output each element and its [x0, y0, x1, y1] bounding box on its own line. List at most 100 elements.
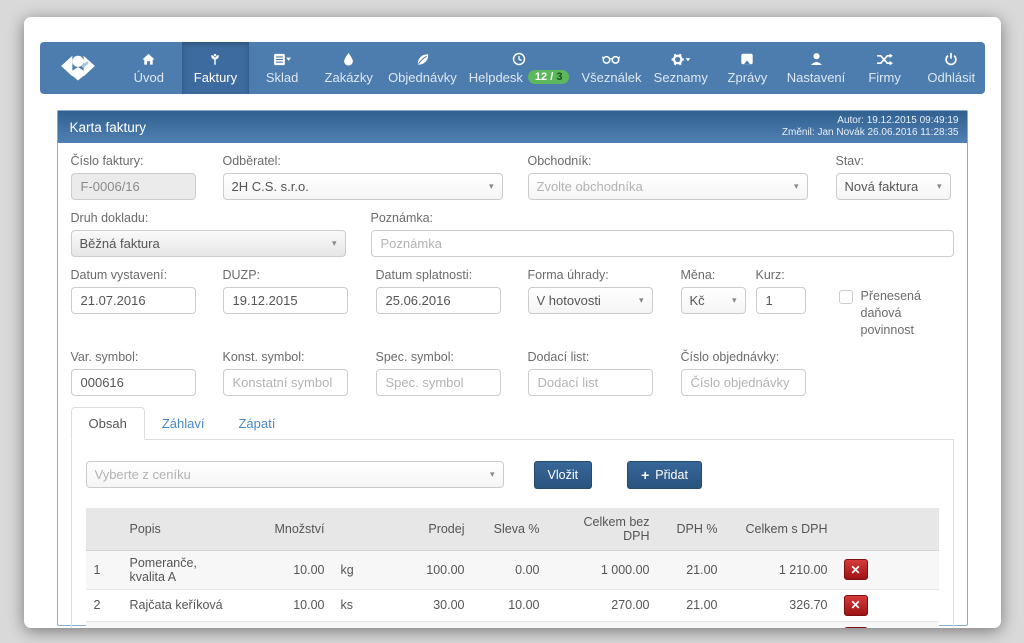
currency-field: Měna: Kč▾: [681, 268, 746, 339]
payment-method-select[interactable]: V hotovosti▾: [528, 287, 653, 314]
customer-label: Odběratel:: [223, 154, 503, 168]
order-number-label: Číslo objednávky:: [681, 350, 806, 364]
invoice-number-input: [71, 173, 196, 200]
nav-item-seznamy[interactable]: Seznamy: [647, 42, 714, 94]
nav-item-sklad[interactable]: Sklad: [249, 42, 316, 94]
payment-method-label: Forma úhrady:: [528, 268, 653, 282]
tab-obsah[interactable]: Obsah: [71, 407, 145, 440]
const-symbol-label: Konst. symbol:: [223, 350, 348, 364]
duzp-input[interactable]: [223, 287, 348, 314]
chevron-down-icon: ▾: [794, 181, 799, 192]
due-date-label: Datum splatnosti:: [376, 268, 501, 282]
salesman-select[interactable]: Zvolte obchodníka▾: [528, 173, 808, 200]
table-row: 3 Okurka hadovka 100.00 ks 58.72 0.00 5 …: [86, 621, 939, 628]
invoice-number-label: Číslo faktury:: [71, 154, 196, 168]
pricelist-row: Vyberte z ceníku▾ Vložit + Přidat: [86, 461, 939, 489]
exchange-rate-field: Kurz:: [756, 268, 806, 339]
currency-select[interactable]: Kč▾: [681, 287, 746, 314]
app-logo[interactable]: [40, 42, 116, 94]
delivery-note-label: Dodací list:: [528, 350, 653, 364]
user-icon: [810, 52, 823, 67]
nav-label: Nastavení: [787, 70, 846, 85]
col-header-celkem-bez-dph: Celkem bez DPH: [548, 508, 658, 551]
const-symbol-field: Konst. symbol:: [223, 350, 348, 396]
col-header-sleva: Sleva %: [473, 508, 548, 551]
duzp-label: DUZP:: [223, 268, 348, 282]
gear-icon: [670, 52, 691, 67]
reverse-charge-checkbox[interactable]: [839, 290, 853, 304]
var-symbol-field: Var. symbol:: [71, 350, 196, 396]
pricelist-select[interactable]: Vyberte z ceníku▾: [86, 461, 504, 488]
var-symbol-label: Var. symbol:: [71, 350, 196, 364]
reverse-charge-checkbox-wrap[interactable]: Přenesená daňová povinnost: [839, 268, 951, 339]
home-icon: [141, 52, 156, 67]
audit-info: Autor: 19.12.2015 09:49:19 Změnil: Jan N…: [782, 115, 959, 140]
nav-item-nastaveni[interactable]: Nastavení: [781, 42, 852, 94]
plus-icon: +: [641, 467, 649, 483]
delete-row-button[interactable]: ✕: [844, 595, 868, 616]
nav-item-helpdesk[interactable]: Helpdesk 12 / 3: [463, 42, 576, 94]
spec-symbol-input[interactable]: [376, 369, 501, 396]
spec-symbol-field: Spec. symbol:: [376, 350, 501, 396]
delete-icon: ✕: [850, 563, 860, 577]
delete-row-button[interactable]: ✕: [844, 559, 868, 580]
reverse-charge-label: Přenesená daňová povinnost: [861, 288, 951, 339]
exchange-rate-input[interactable]: [756, 287, 806, 314]
nav-item-zpravy[interactable]: Zprávy: [714, 42, 781, 94]
note-field: Poznámka:: [371, 211, 954, 257]
nav-item-firmy[interactable]: Firmy: [851, 42, 918, 94]
form-row-3: Datum vystavení: DUZP: Datum splatnosti:…: [71, 268, 954, 339]
document-type-select[interactable]: Běžná faktura▾: [71, 230, 346, 257]
chevron-down-icon: ▾: [490, 469, 495, 480]
col-header-dph: DPH %: [658, 508, 726, 551]
nav-label: Odhlásit: [927, 70, 975, 85]
panel-body: Číslo faktury: Odběratel: 2H C.S. s.r.o.…: [58, 143, 967, 628]
nav-item-odhlasit[interactable]: Odhlásit: [918, 42, 985, 94]
shuffle-icon: [876, 52, 893, 67]
nav-item-vseznalek[interactable]: Všeználek: [575, 42, 647, 94]
leaf-icon: [415, 52, 430, 67]
col-header-mnozstvi: Množství: [243, 508, 333, 551]
col-header-prodej: Prodej: [378, 508, 473, 551]
order-number-input[interactable]: [681, 369, 806, 396]
form-row-1: Číslo faktury: Odběratel: 2H C.S. s.r.o.…: [71, 154, 954, 200]
issue-date-input[interactable]: [71, 287, 196, 314]
status-label: Stav:: [836, 154, 951, 168]
panel-header: Karta faktury Autor: 19.12.2015 09:49:19…: [58, 111, 967, 143]
document-type-field: Druh dokladu: Běžná faktura▾: [71, 211, 346, 257]
customer-select[interactable]: 2H C.S. s.r.o.▾: [223, 173, 503, 200]
nav-item-zakazky[interactable]: Zakázky: [315, 42, 382, 94]
nav-item-faktury[interactable]: Faktury: [182, 42, 249, 94]
tab-bar: Obsah Záhlaví Zápatí: [71, 407, 954, 440]
delete-row-button[interactable]: ✕: [844, 627, 868, 628]
nav-item-uvod[interactable]: Úvod: [116, 42, 183, 94]
customer-field: Odběratel: 2H C.S. s.r.o.▾: [223, 154, 503, 200]
modified-line: Změnil: Jan Novák 26.06.2016 11:28:35: [782, 127, 959, 140]
const-symbol-input[interactable]: [223, 369, 348, 396]
status-select[interactable]: Nová faktura▾: [836, 173, 951, 200]
form-row-4: Var. symbol: Konst. symbol: Spec. symbol…: [71, 350, 954, 396]
order-number-field: Číslo objednávky:: [681, 350, 806, 396]
due-date-input[interactable]: [376, 287, 501, 314]
add-button[interactable]: + Přidat: [627, 461, 702, 489]
chevron-down-icon: ▾: [489, 181, 494, 192]
chevron-down-icon: ▾: [332, 238, 337, 249]
nav-item-objednavky[interactable]: Objednávky: [382, 42, 463, 94]
app-window: Úvod Faktury Sklad Zakázky Objednávky: [24, 17, 1001, 628]
note-input[interactable]: [371, 230, 954, 257]
tab-zahlavi[interactable]: Záhlaví: [145, 408, 222, 439]
exchange-rate-label: Kurz:: [756, 268, 806, 282]
list-icon: [273, 52, 292, 67]
invoice-items-table: Popis Množství Prodej Sleva % Celkem bez…: [86, 508, 939, 628]
tab-zapati[interactable]: Zápatí: [221, 408, 292, 439]
tab-content-obsah: Vyberte z ceníku▾ Vložit + Přidat Pop: [71, 440, 954, 628]
delivery-note-field: Dodací list:: [528, 350, 653, 396]
insert-button[interactable]: Vložit: [534, 461, 593, 489]
duzp-field: DUZP:: [223, 268, 348, 339]
delivery-note-input[interactable]: [528, 369, 653, 396]
var-symbol-input[interactable]: [71, 369, 196, 396]
payment-method-field: Forma úhrady: V hotovosti▾: [528, 268, 653, 339]
document-type-label: Druh dokladu:: [71, 211, 346, 225]
nav-label: Helpdesk: [469, 70, 523, 85]
nav-label: Zprávy: [728, 70, 768, 85]
